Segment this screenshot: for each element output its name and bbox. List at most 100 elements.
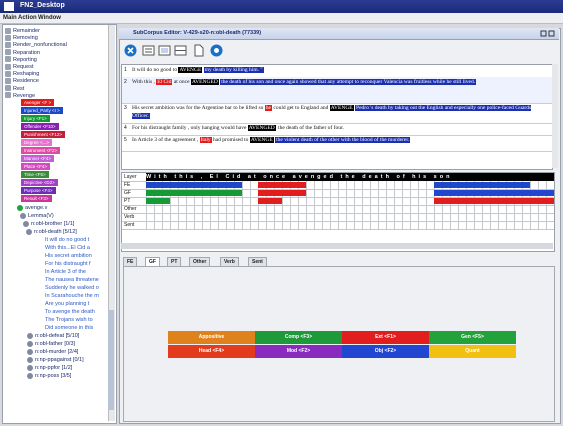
- tree-sentence[interactable]: Suddenly he walked o: [45, 284, 99, 292]
- tree-sentence-text: His secret ambition: [45, 253, 92, 259]
- frame-element-tag[interactable]: Manner <F4>: [21, 155, 55, 162]
- tree-scroll-thumb[interactable]: [108, 310, 114, 410]
- expand-icon[interactable]: [5, 63, 11, 70]
- annotation-span[interactable]: [146, 182, 242, 188]
- label-button[interactable]: Mod <F2>: [255, 345, 342, 358]
- cancel-icon[interactable]: [124, 44, 137, 57]
- tree-node[interactable]: avenge.v: [17, 204, 47, 212]
- tree-sentence[interactable]: The Trojans wish to: [45, 316, 93, 324]
- expand-icon[interactable]: [5, 34, 11, 41]
- sentence-row[interactable]: 3 His secret ambition was for the Argenti…: [122, 103, 552, 124]
- node-icon: [27, 356, 33, 363]
- tree-sentence[interactable]: Did someone in this: [45, 324, 93, 332]
- node-icon: [27, 340, 33, 347]
- sentence-row[interactable]: 2 With this , El Cid at once AVENGED the …: [122, 77, 552, 104]
- tree-node-label: n:obl-brother [1/1]: [31, 221, 75, 227]
- grid-horizontal-scrollbar[interactable]: [121, 243, 553, 249]
- frame-element-tag[interactable]: Punishment <F12>: [21, 131, 66, 138]
- expand-icon[interactable]: [5, 56, 11, 63]
- tree-node[interactable]: n:np-ppfor [1/2]: [27, 364, 72, 372]
- menu-action[interactable]: Action: [18, 15, 37, 21]
- tree-node[interactable]: n:obl-death [5/12]: [26, 228, 77, 236]
- menu-main[interactable]: Main: [3, 15, 17, 21]
- tree-sentence[interactable]: His secret ambition: [45, 252, 92, 260]
- label-button[interactable]: Appositive: [168, 331, 255, 344]
- frame-element-tag[interactable]: Result <F3>: [21, 195, 52, 202]
- sentence-start: His secret ambition was for the Argentin…: [132, 105, 264, 111]
- sentence-text: In Article 3 of the agreement , Italy ha…: [132, 136, 550, 144]
- annotation-span[interactable]: [258, 182, 306, 188]
- frame-element-tag[interactable]: Instrument <F2>: [21, 147, 61, 154]
- expand-icon[interactable]: [5, 41, 11, 48]
- frame-element-tag[interactable]: Avenger <F >: [21, 99, 55, 106]
- annotation-span[interactable]: [434, 182, 530, 188]
- tree-sentence[interactable]: To avenge the death: [45, 308, 95, 316]
- sentence-row[interactable]: 5 In Article 3 of the agreement , Italy h…: [122, 135, 552, 152]
- sentence-number: 4: [124, 125, 127, 131]
- tree-sentence[interactable]: With this...El Cid a: [45, 244, 90, 252]
- label-button[interactable]: Comp <F3>: [255, 331, 342, 344]
- frame-element-tag[interactable]: Degree <...>: [21, 139, 53, 146]
- sentence-text: His secret ambition was for the Argentin…: [132, 104, 550, 120]
- menu-window[interactable]: Window: [38, 15, 61, 21]
- label-button[interactable]: Head <F4>: [168, 345, 255, 358]
- annotation-grid: With this , El Cid at once avenged the d…: [121, 172, 555, 252]
- tree-node[interactable]: n:obl-murder [2/4]: [27, 348, 78, 356]
- frame-element-tag[interactable]: Depictive <D2>: [21, 179, 58, 186]
- tree-node[interactable]: Lemma(V): [20, 212, 54, 220]
- label-button[interactable]: Obj <F2>: [342, 345, 429, 358]
- expand-icon[interactable]: [5, 49, 11, 56]
- window-controls-icon[interactable]: [540, 30, 556, 37]
- expand-icon[interactable]: [5, 85, 11, 92]
- annotation-span[interactable]: [434, 190, 554, 196]
- tree-node[interactable]: n:obl-brother [1/1]: [23, 220, 74, 228]
- tree-node-label: Lemma(V): [28, 213, 54, 219]
- frame-element-tag[interactable]: Time <F5>: [21, 171, 49, 178]
- annotation-span[interactable]: [146, 198, 170, 204]
- tree-sentence[interactable]: Are you planning t: [45, 300, 89, 308]
- sentence-view-icon[interactable]: [142, 44, 155, 57]
- expand-icon[interactable]: [5, 92, 11, 99]
- document-icon[interactable]: [192, 44, 205, 57]
- annotation-span[interactable]: [258, 190, 306, 196]
- frame-element-tag[interactable]: Injury <F1>: [21, 115, 50, 122]
- frame-element-tag[interactable]: Injured_Party <I >: [21, 107, 63, 114]
- grid-layer-cells[interactable]: [146, 221, 554, 230]
- frame-element-tag[interactable]: Offender <F10>: [21, 123, 59, 130]
- tree-node-label: Revenge: [13, 92, 36, 99]
- annotation-span[interactable]: [258, 198, 282, 204]
- layer-tabs: FE GF PT Other Verb Sent: [123, 257, 553, 267]
- expand-icon[interactable]: [5, 27, 11, 34]
- editor-toolbar: [120, 40, 558, 62]
- expand-icon[interactable]: [5, 70, 11, 77]
- tree-node-label: n:obl-murder [2/4]: [35, 349, 79, 355]
- tree-sentence[interactable]: The nausea threatene: [45, 276, 99, 284]
- tree-node[interactable]: n:np-poss [3/5]: [27, 372, 71, 380]
- frame-element-tag[interactable]: Place <F4>: [21, 163, 51, 170]
- target-highlight: AVENGE: [329, 105, 354, 111]
- editor-title-bar: SubCorpus Editor: V-429-s20-n:obl-death …: [119, 28, 559, 40]
- tree-node-label: Remainder: [13, 28, 40, 34]
- tree-node[interactable]: n:np-ppagainst [0/1]: [27, 356, 84, 364]
- settings-icon[interactable]: [210, 44, 223, 57]
- sentence-start: For his distraught family , only hanging…: [132, 125, 247, 131]
- tree-sentence[interactable]: In Article 3 of the: [45, 268, 86, 276]
- label-button[interactable]: Gen <F5>: [429, 331, 516, 344]
- frame-element-tag[interactable]: Purpose <F4>: [21, 187, 56, 194]
- expand-icon[interactable]: [5, 77, 11, 84]
- tree-sentence[interactable]: For his distraught f: [45, 260, 91, 268]
- grid-view-icon[interactable]: [174, 44, 187, 57]
- sentence-list-scrollbar[interactable]: [552, 64, 558, 168]
- tree-node[interactable]: n:obl-father [0/3]: [27, 340, 75, 348]
- tree-sentence[interactable]: In Scarahouche the m: [45, 292, 99, 300]
- annotation-span[interactable]: [434, 198, 554, 204]
- label-button[interactable]: Quant: [429, 345, 516, 358]
- tree-sentence[interactable]: It will do no good t: [45, 236, 89, 244]
- tree-sentence-text: It will do no good t: [45, 237, 90, 243]
- label-button[interactable]: Ext <F1>: [342, 331, 429, 344]
- layer-view-icon[interactable]: [158, 44, 171, 57]
- tree-node[interactable]: n:obl-defeat [5/10]: [27, 332, 79, 340]
- sentence-middle: at once: [173, 79, 190, 85]
- sentence-number: 3: [124, 105, 127, 111]
- annotation-span[interactable]: [146, 190, 242, 196]
